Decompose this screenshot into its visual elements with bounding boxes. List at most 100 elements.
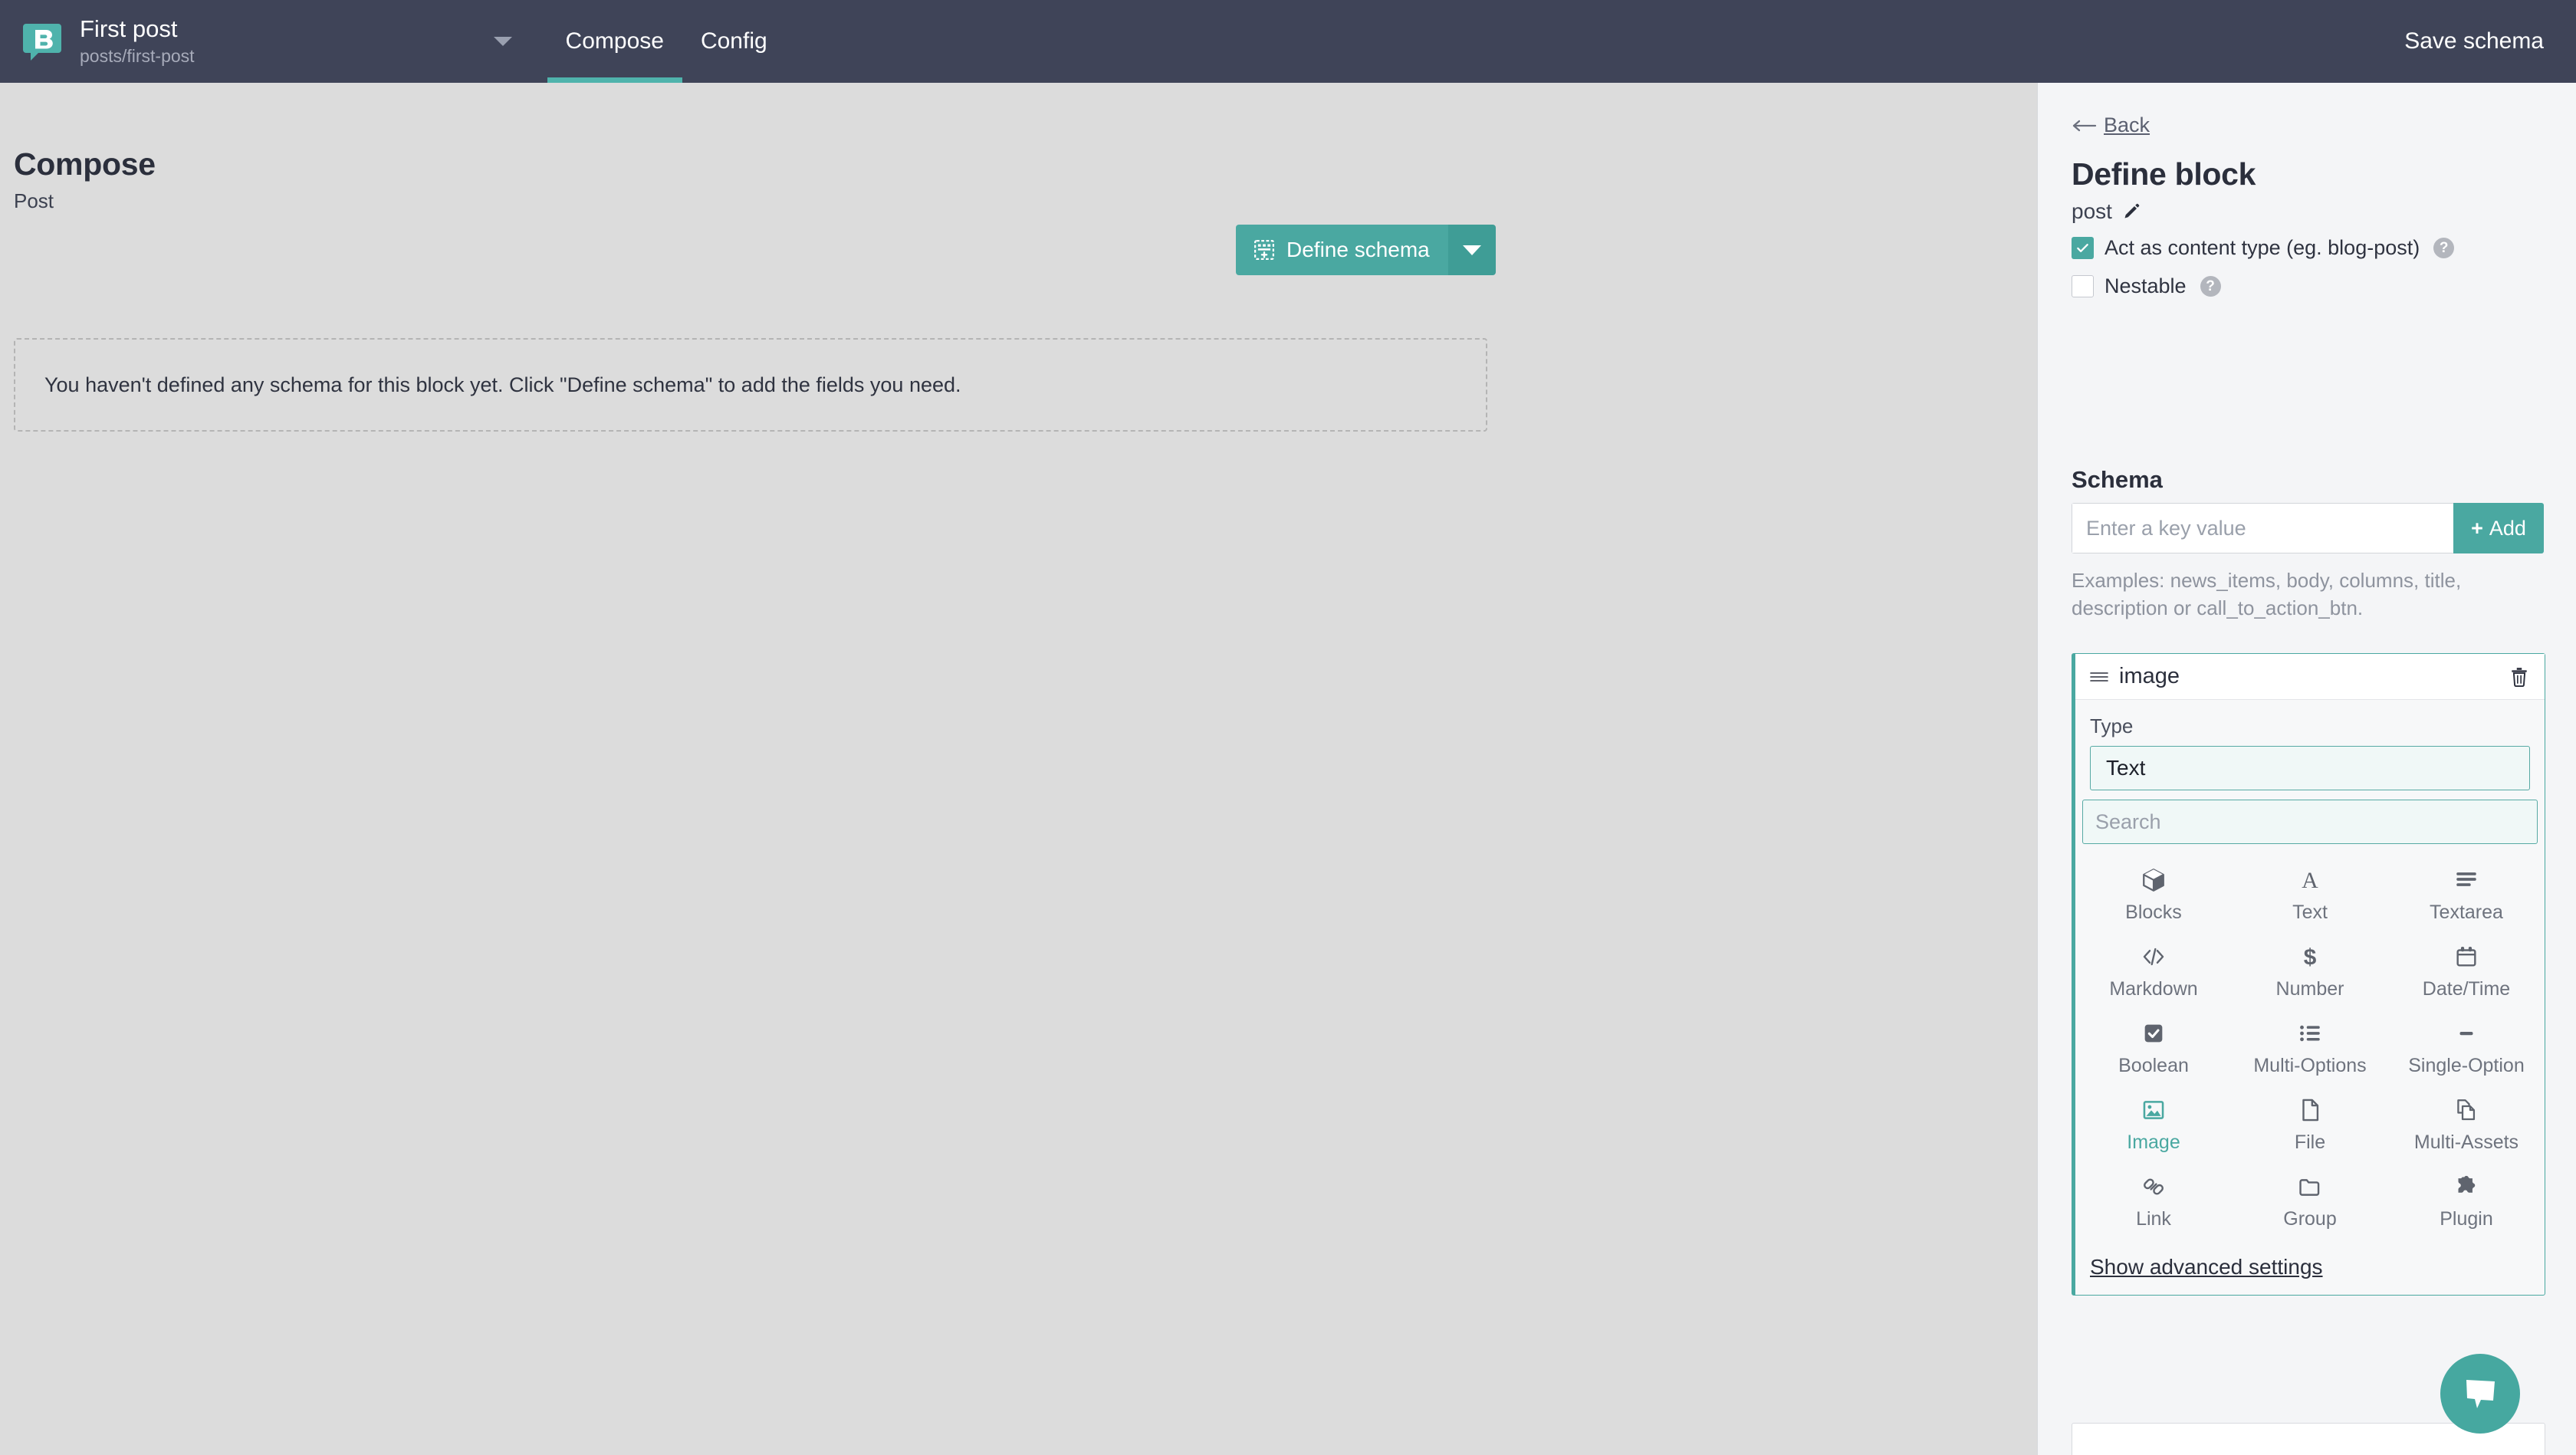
question-mark-icon[interactable]: ? [2433,238,2455,258]
bulleted-list-icon [2297,1019,2323,1048]
define-schema-dropdown-button[interactable] [1447,225,1496,275]
type-option-label: Textarea [2430,902,2503,923]
type-option-label: Number [2275,978,2344,1000]
define-schema-button[interactable]: Define schema [1236,225,1448,275]
type-search-input[interactable] [2095,810,2525,834]
tab-compose[interactable]: Compose [547,0,683,83]
tab-config[interactable]: Config [682,0,786,83]
define-schema-button-group: Define schema [1236,225,1496,275]
arrow-left-icon [2072,120,2097,131]
svg-text:$: $ [2304,945,2317,970]
app-logo[interactable] [18,18,66,65]
nav-tabs: Compose Config [547,0,786,83]
schema-field-card-image: image Type Text Search Blocks A Text Tex… [2072,653,2545,1296]
plus-icon: + [2471,516,2483,540]
top-bar: First post posts/first-post Compose Conf… [0,0,2576,83]
schema-key-input[interactable] [2072,503,2453,553]
drag-handle-icon[interactable] [2089,669,2109,685]
checkbox-label-nestable: Nestable [2104,274,2187,297]
panel-title: Define block [2072,156,2256,192]
document-info: First post posts/first-post [80,15,195,67]
type-option-label: Group [2283,1208,2337,1230]
trash-icon[interactable] [2509,666,2529,688]
checkbox-nestable[interactable] [2072,275,2094,297]
schema-add-icon [1254,240,1274,260]
type-option-text[interactable]: A Text [2232,858,2388,933]
type-option-multi-assets[interactable]: Multi-Assets [2388,1088,2545,1163]
checkbox-row-act-as-content-type[interactable]: Act as content type (eg. blog-post) ? [2072,236,2455,260]
type-option-datetime[interactable]: Date/Time [2388,934,2545,1010]
chain-link-icon [2141,1172,2167,1201]
type-option-number[interactable]: $ Number [2232,934,2388,1010]
main-header: Compose Post [14,146,156,213]
type-option-image[interactable]: Image [2075,1088,2232,1163]
save-schema-button[interactable]: Save schema [2372,0,2576,83]
puzzle-piece-icon [2453,1172,2479,1201]
document-title: First post [80,15,178,42]
chevron-down-icon [1462,245,1481,255]
pencil-icon[interactable] [2122,202,2141,221]
block-name: post [2072,199,2112,223]
schema-examples-text: Examples: news_items, body, columns, tit… [2072,569,2462,619]
image-icon [2141,1095,2167,1125]
type-option-boolean[interactable]: Boolean [2075,1011,2232,1086]
page-subtitle: Post [14,189,54,212]
field-card-header: image [2075,654,2545,700]
calendar-icon [2453,942,2479,971]
type-option-label: Image [2127,1131,2180,1153]
document-dropdown-button[interactable] [486,25,520,58]
type-option-file[interactable]: File [2232,1088,2388,1163]
type-label: Type [2090,714,2134,737]
show-advanced-settings-link[interactable]: Show advanced settings [2090,1255,2530,1279]
code-brackets-icon [2141,942,2167,971]
type-option-label: Link [2136,1208,2171,1230]
storyblok-logo-icon [23,24,61,61]
copy-files-icon [2453,1095,2479,1125]
question-mark-icon[interactable]: ? [2200,276,2221,297]
type-option-label: Date/Time [2422,978,2511,1000]
type-option-plugin[interactable]: Plugin [2388,1164,2545,1240]
type-option-textarea[interactable]: Textarea [2388,858,2545,933]
schema-key-row: + Add [2072,503,2544,553]
field-name-label: image [2119,664,2180,688]
checkbox-act-as-content-type[interactable] [2072,237,2094,259]
type-option-multi-options[interactable]: Multi-Options [2232,1011,2388,1086]
field-card-header: content [2072,1445,2545,1455]
type-option-label: Blocks [2125,902,2182,923]
back-label: Back [2104,113,2150,136]
block-name-row: post [2072,199,2141,224]
type-option-single-option[interactable]: Single-Option [2388,1011,2545,1086]
type-search-box[interactable] [2082,800,2538,844]
checkbox-row-nestable[interactable]: Nestable ? [2072,274,2221,298]
checkbox-checked-icon [2141,1019,2167,1048]
svg-text:A: A [2302,868,2318,893]
type-option-blocks[interactable]: Blocks [2075,858,2232,933]
document-path: posts/first-post [80,46,195,67]
type-option-label: Boolean [2118,1055,2189,1076]
check-icon [2077,244,2088,252]
checkbox-label-act-as-content-type: Act as content type (eg. blog-post) [2104,236,2420,259]
add-button-label: Add [2489,516,2526,540]
schema-heading: Schema [2072,466,2163,493]
type-option-link[interactable]: Link [2075,1164,2232,1240]
type-option-label: Text [2292,902,2328,923]
add-field-button[interactable]: + Add [2453,503,2544,553]
empty-schema-message: You haven't defined any schema for this … [44,373,961,396]
file-icon [2297,1095,2323,1125]
type-select[interactable]: Text [2090,746,2530,790]
define-schema-label: Define schema [1286,238,1430,261]
type-option-label: Single-Option [2408,1055,2525,1076]
cube-icon [2141,865,2167,895]
letter-a-icon: A [2297,865,2323,895]
chevron-down-icon [493,37,512,46]
type-option-group[interactable]: Group [2232,1164,2388,1240]
type-option-markdown[interactable]: Markdown [2075,934,2232,1010]
type-options-grid: Blocks A Text Textarea Markdown $ Number… [2075,858,2545,1244]
type-option-label: Multi-Assets [2413,1131,2519,1153]
back-link[interactable]: Back [2072,113,2150,137]
type-option-label: File [2294,1131,2326,1153]
dollar-sign-icon: $ [2297,942,2323,971]
lines-icon [2453,865,2479,895]
type-option-label: Markdown [2109,978,2198,1000]
chat-widget-button[interactable] [2440,1354,2520,1434]
